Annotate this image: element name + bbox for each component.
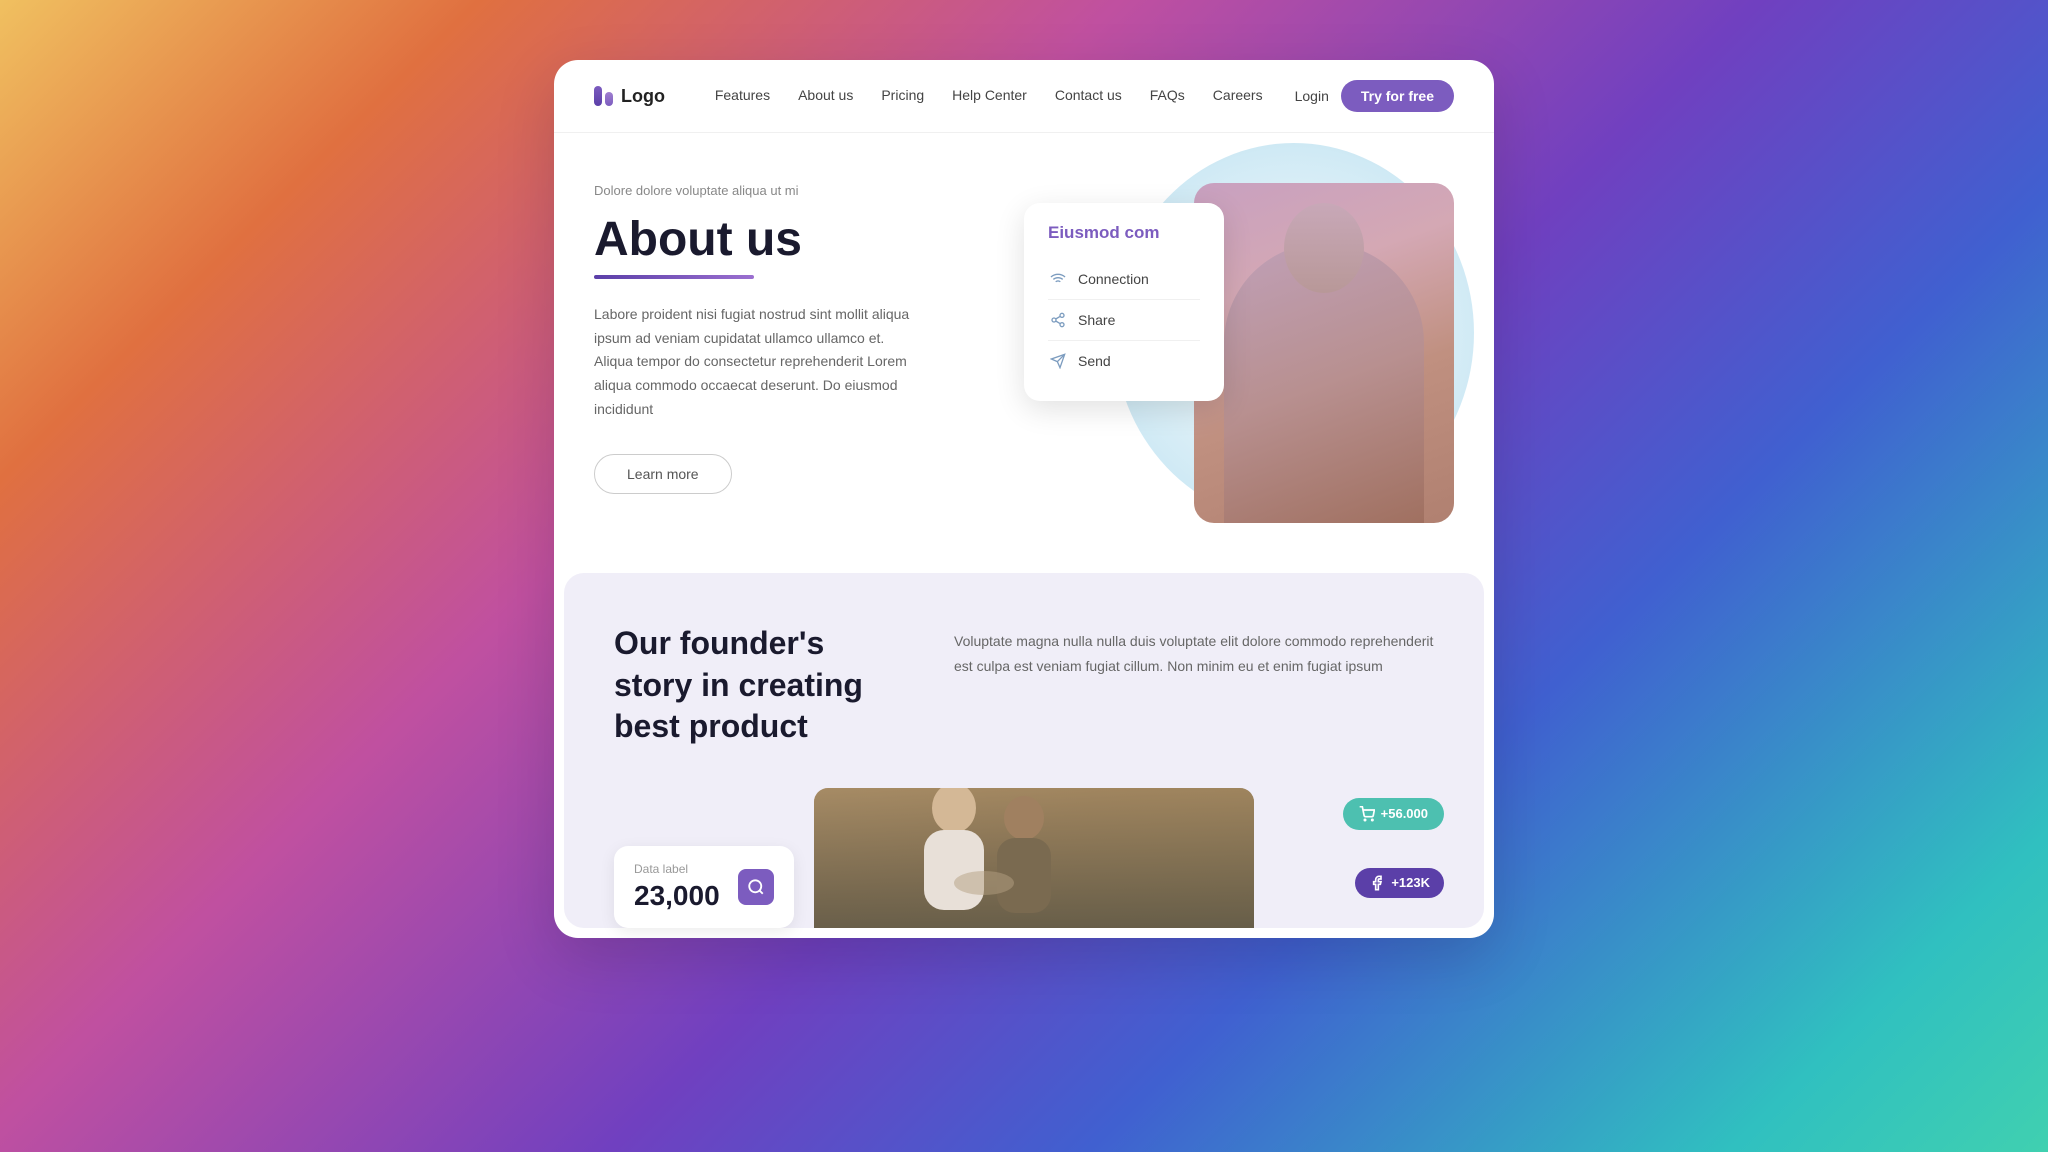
hero-section: Dolore dolore voluptate aliqua ut mi Abo… bbox=[554, 133, 1494, 563]
logo-text: Logo bbox=[621, 86, 665, 107]
people-photo-inner bbox=[814, 788, 1254, 928]
badge-purple: +123K bbox=[1355, 868, 1444, 898]
badge-teal: +56.000 bbox=[1343, 798, 1444, 830]
nav-pricing[interactable]: Pricing bbox=[881, 87, 924, 103]
main-card: Logo Features About us Pricing Help Cent… bbox=[554, 60, 1494, 938]
send-icon bbox=[1048, 351, 1068, 371]
hero-person-image bbox=[1194, 183, 1454, 523]
data-card-value: 23,000 bbox=[634, 880, 720, 912]
navbar: Logo Features About us Pricing Help Cent… bbox=[554, 60, 1494, 133]
card-item-share[interactable]: Share bbox=[1048, 300, 1200, 341]
feature-card: Eiusmod com Connection bbox=[1024, 203, 1224, 401]
nav-careers[interactable]: Careers bbox=[1213, 87, 1263, 103]
card-item-connection[interactable]: Connection bbox=[1048, 259, 1200, 300]
stat-badges: +56.000 +123K bbox=[1274, 788, 1434, 928]
card-title: Eiusmod com bbox=[1048, 223, 1200, 243]
founder-section: Our founder's story in creating best pro… bbox=[564, 573, 1484, 928]
card-item-connection-label: Connection bbox=[1078, 271, 1149, 287]
nav-help[interactable]: Help Center bbox=[952, 87, 1027, 103]
data-card: Data label 23,000 bbox=[614, 846, 794, 928]
wifi-icon bbox=[1048, 269, 1068, 289]
nav-contact[interactable]: Contact us bbox=[1055, 87, 1122, 103]
founder-bottom: Data label 23,000 bbox=[614, 788, 1434, 928]
hero-title: About us bbox=[594, 214, 1024, 267]
learn-more-button[interactable]: Learn more bbox=[594, 454, 732, 494]
hero-right: Eiusmod com Connection bbox=[1024, 183, 1454, 523]
people-photo bbox=[814, 788, 1254, 928]
logo-icon bbox=[594, 86, 613, 106]
founder-top: Our founder's story in creating best pro… bbox=[614, 623, 1434, 748]
nav-features[interactable]: Features bbox=[715, 87, 770, 103]
data-card-left: Data label 23,000 bbox=[634, 862, 720, 912]
data-card-icon bbox=[738, 869, 774, 905]
card-item-send[interactable]: Send bbox=[1048, 341, 1200, 381]
badge-teal-value: +56.000 bbox=[1381, 806, 1428, 821]
try-for-free-button[interactable]: Try for free bbox=[1341, 80, 1454, 112]
nav-about[interactable]: About us bbox=[798, 87, 853, 103]
hero-eyebrow: Dolore dolore voluptate aliqua ut mi bbox=[594, 183, 1024, 198]
nav-faqs[interactable]: FAQs bbox=[1150, 87, 1185, 103]
person-silhouette bbox=[1194, 183, 1454, 523]
hero-left: Dolore dolore voluptate aliqua ut mi Abo… bbox=[594, 183, 1024, 523]
hero-title-underline bbox=[594, 275, 754, 279]
logo: Logo bbox=[594, 86, 665, 107]
founder-body: Voluptate magna nulla nulla duis volupta… bbox=[954, 623, 1434, 748]
card-item-share-label: Share bbox=[1078, 312, 1115, 328]
card-item-send-label: Send bbox=[1078, 353, 1111, 369]
nav-links: Features About us Pricing Help Center Co… bbox=[715, 87, 1263, 105]
badge-purple-value: +123K bbox=[1391, 875, 1430, 890]
login-button[interactable]: Login bbox=[1295, 88, 1329, 104]
founder-title: Our founder's story in creating best pro… bbox=[614, 623, 894, 748]
share-icon bbox=[1048, 310, 1068, 330]
hero-body-text: Labore proident nisi fugiat nostrud sint… bbox=[594, 303, 914, 422]
data-card-label: Data label bbox=[634, 862, 720, 876]
nav-actions: Login Try for free bbox=[1295, 80, 1454, 112]
